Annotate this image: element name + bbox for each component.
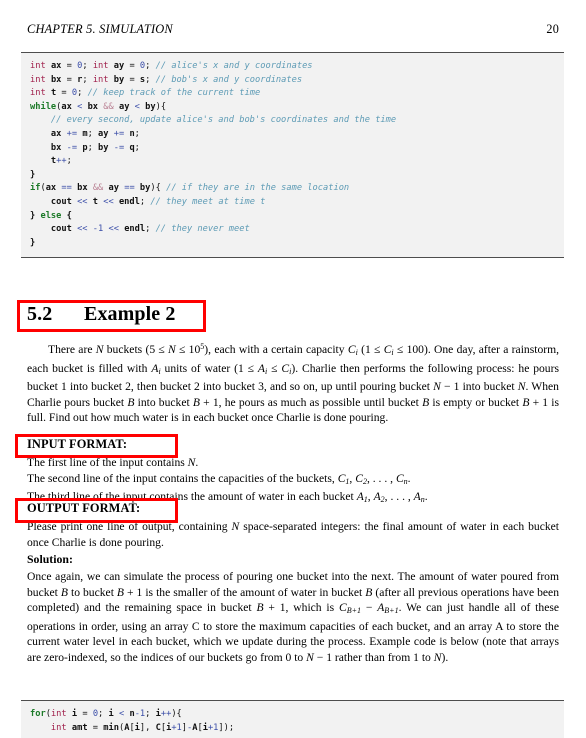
code-line: int t = 0; // keep track of the current … <box>30 88 261 99</box>
code-line: // every second, update alice's and bob'… <box>50 115 397 126</box>
chapter-title: CHAPTER 5. SIMULATION <box>27 22 173 36</box>
output-format-paragraph: Please print one line of output, contain… <box>27 520 559 549</box>
code-line: bx -= p; by -= q; <box>50 142 140 153</box>
input-format-lines: The first line of the input contains N. … <box>27 455 559 508</box>
input-format-heading: INPUT FORMAT: <box>27 437 128 451</box>
code-line: } <box>30 237 36 248</box>
code-line: } else { <box>30 210 72 221</box>
code-line: cout << -1 << endl; // they never meet <box>50 224 250 235</box>
code-line: while(ax < bx && ay < by){ <box>30 101 167 112</box>
code-line: int bx = r; int by = s; // bob's x and y… <box>30 74 303 85</box>
input-format-line: The first line of the input contains N. <box>27 456 199 469</box>
code-listing-top: int ax = 0; int ay = 0; // alice's x and… <box>21 52 564 259</box>
problem-paragraph: There are N buckets (5 ≤ N ≤ 105), each … <box>27 342 560 425</box>
code-line: for(int i = 0; i < n-1; i++){ <box>30 709 182 719</box>
code-line: } <box>30 169 36 180</box>
code-line: cout << t << endl; // they meet at time … <box>50 196 266 207</box>
section-title: Example 2 <box>84 303 176 325</box>
section-heading: 5.2 Example 2 <box>27 303 175 326</box>
running-header: CHAPTER 5. SIMULATION 20 <box>27 22 559 37</box>
code-line: int amt = min(A[i], C[i+1]-A[i+1]); <box>50 722 235 733</box>
output-format-body: Please print one line of output, contain… <box>27 519 559 550</box>
code-line: t++; <box>50 156 72 167</box>
code-line: int ax = 0; int ay = 0; // alice's x and… <box>30 61 313 71</box>
problem-statement: There are N buckets (5 ≤ N ≤ 105), each … <box>27 339 559 426</box>
solution-body: Once again, we can simulate the process … <box>27 569 559 666</box>
code-line: ax += m; ay += n; <box>50 128 140 139</box>
code-listing-bottom: for(int i = 0; i < n-1; i++){ int amt = … <box>21 700 564 738</box>
solution-heading: Solution: <box>27 552 73 566</box>
document-page: CHAPTER 5. SIMULATION 20 int ax = 0; int… <box>0 0 586 738</box>
input-format-line: The second line of the input contains th… <box>27 471 411 486</box>
section-number: 5.2 <box>27 303 53 325</box>
code-line: if(ax == bx && ay == by){ // if they are… <box>30 183 350 194</box>
output-format-heading: OUTPUT FORMAT: <box>27 501 141 515</box>
page-number: 20 <box>546 22 559 36</box>
solution-paragraph: Once again, we can simulate the process … <box>27 570 560 664</box>
